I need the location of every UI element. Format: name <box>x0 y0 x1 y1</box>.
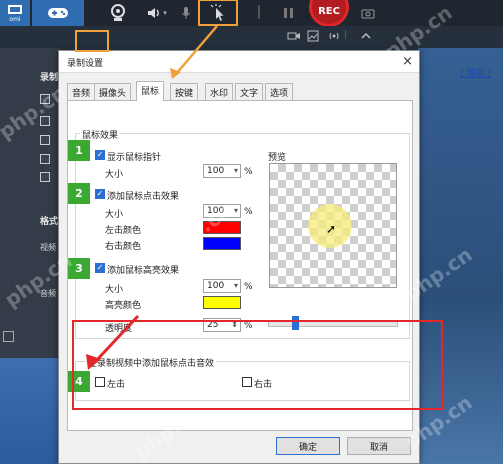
click-size-unit: % <box>244 207 253 217</box>
monitor-icon <box>8 5 22 14</box>
record-option-checkbox[interactable] <box>40 135 50 145</box>
click-size-value: 100 <box>207 206 225 216</box>
toolbar-divider: | <box>344 30 348 40</box>
record-option-checkbox[interactable] <box>40 172 50 182</box>
highlight-size-select[interactable]: 100 ▾ <box>203 279 241 293</box>
record-button[interactable]: REC <box>306 0 352 27</box>
record-option-checkbox[interactable] <box>40 94 50 104</box>
tab-keys[interactable]: 按键 <box>170 83 199 100</box>
screen-mode-button[interactable]: omi <box>0 0 30 26</box>
tab-mouse[interactable]: 鼠标 <box>136 81 165 101</box>
highlight-color-label: 高亮颜色 <box>105 301 142 311</box>
broadcast-icon[interactable] <box>327 30 341 42</box>
right-click-color-swatch[interactable] <box>203 237 241 250</box>
chevron-down-icon: ▾ <box>163 9 167 17</box>
right-click-color-label: 右击颜色 <box>105 242 142 252</box>
pointer-size-value: 100 <box>207 166 225 176</box>
external-link-icon[interactable] <box>3 331 14 342</box>
highlight-checkbox[interactable]: ✓ <box>95 263 105 273</box>
speaker-button[interactable]: ▾ <box>143 0 171 26</box>
video-format-label: 视频 <box>40 243 56 252</box>
mouse-settings-button[interactable] <box>198 0 238 26</box>
step-badge: 1 <box>68 140 90 161</box>
video-camera-icon[interactable] <box>287 30 301 42</box>
highlight-size-label: 大小 <box>105 285 124 295</box>
step-badge: 3 <box>68 258 90 279</box>
highlight-label: 添加鼠标高亮效果 <box>107 266 180 276</box>
webcam-button[interactable] <box>97 0 139 26</box>
left-click-color-swatch[interactable] <box>203 221 241 234</box>
highlight-color-swatch[interactable] <box>203 296 241 309</box>
record-label: REC <box>309 0 349 27</box>
desktop-background <box>0 358 62 464</box>
audio-format-label: 音频 <box>40 289 56 298</box>
camera-icon <box>361 9 375 18</box>
toolbar-divider <box>258 5 260 19</box>
preview-label: 预览 <box>268 153 287 163</box>
close-icon[interactable]: × <box>402 54 413 69</box>
microphone-button[interactable] <box>175 0 197 26</box>
gamepad-icon <box>48 8 68 18</box>
cursor-preview: ➚ <box>269 163 397 288</box>
ok-button[interactable]: 确定 <box>276 437 340 455</box>
click-size-label: 大小 <box>105 210 124 220</box>
pointer-size-label: 大小 <box>105 170 124 180</box>
tab-highlight-annotation <box>75 30 109 52</box>
tab-audio[interactable]: 音频 <box>67 83 96 100</box>
chevron-up-icon[interactable] <box>360 30 372 42</box>
help-link[interactable]: [ 帮助 ] <box>460 66 491 79</box>
screen-mode-label: omi <box>9 16 21 23</box>
main-settings-panel: 录制 格式 视频 音频 <box>0 48 62 358</box>
tab-webcam[interactable]: 摄像头 <box>94 83 132 100</box>
step-badge: 2 <box>68 183 90 204</box>
image-icon[interactable] <box>307 30 319 42</box>
tab-options[interactable]: 选项 <box>265 83 294 100</box>
chevron-down-icon: ▾ <box>233 206 238 215</box>
annotation-box <box>72 320 443 410</box>
chevron-down-icon: ▾ <box>233 166 238 175</box>
pause-icon <box>283 8 293 18</box>
pointer-size-unit: % <box>244 167 253 177</box>
speaker-icon <box>148 8 160 18</box>
highlight-size-unit: % <box>244 282 253 292</box>
click-effect-checkbox[interactable]: ✓ <box>95 189 105 199</box>
click-size-select[interactable]: 100 ▾ <box>203 204 241 218</box>
show-pointer-checkbox[interactable]: ✓ <box>95 150 105 160</box>
left-click-color-label: 左击颜色 <box>105 226 142 236</box>
screenshot-button[interactable] <box>356 0 380 26</box>
show-pointer-label: 显示鼠标指针 <box>107 153 162 163</box>
pointer-size-select[interactable]: 100 ▾ <box>203 164 241 178</box>
dialog-title: 录制设置 <box>67 59 104 69</box>
tab-text[interactable]: 文字 <box>235 83 264 100</box>
webcam-icon <box>111 4 125 21</box>
cancel-button[interactable]: 取消 <box>347 437 411 455</box>
game-mode-button[interactable] <box>32 0 84 26</box>
record-option-checkbox[interactable] <box>40 116 50 126</box>
pause-button[interactable] <box>277 0 299 26</box>
tab-watermark[interactable]: 水印 <box>205 83 234 100</box>
cursor-icon: ➚ <box>326 222 337 236</box>
chevron-down-icon: ▾ <box>233 281 238 290</box>
click-effect-label: 添加鼠标点击效果 <box>107 192 180 202</box>
microphone-icon <box>181 7 191 19</box>
section-format-heading: 格式 <box>40 217 59 227</box>
section-record-heading: 录制 <box>40 73 59 83</box>
recorder-toolbar: omi ▾ REC <box>0 0 503 27</box>
highlight-size-value: 100 <box>207 281 225 291</box>
record-option-checkbox[interactable] <box>40 154 50 164</box>
dialog-titlebar: 录制设置 × <box>59 51 419 73</box>
mouse-click-icon <box>210 3 224 21</box>
